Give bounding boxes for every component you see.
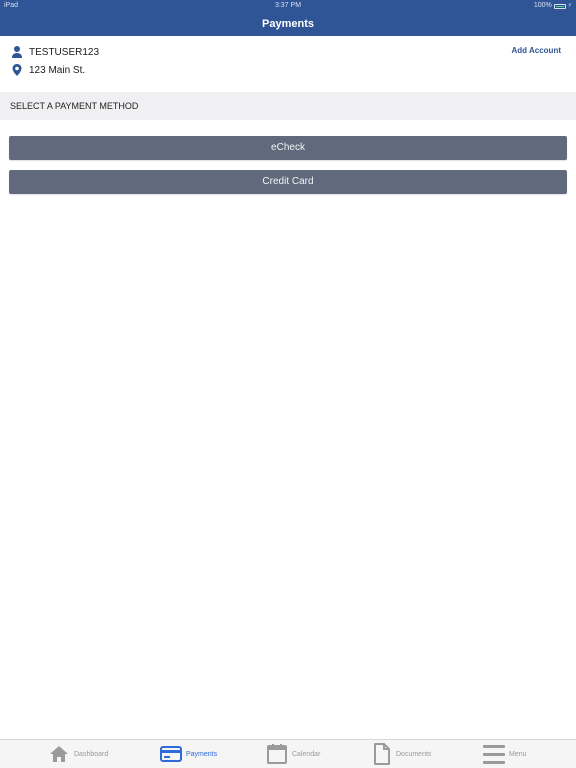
account-address-row: 123 Main St. [11, 63, 85, 77]
hamburger-menu-icon [483, 743, 505, 765]
echeck-button[interactable]: eCheck [9, 136, 567, 160]
status-bar: iPad 3:37 PM 100% ⚡ [0, 0, 576, 12]
credit-card-button[interactable]: Credit Card [9, 170, 567, 194]
battery-percent: 100% [533, 2, 552, 9]
location-pin-icon [11, 63, 23, 77]
tab-label: Payments [186, 750, 218, 758]
tab-label: Documents [396, 750, 432, 758]
account-address: 123 Main St. [29, 64, 86, 76]
home-icon [48, 744, 70, 764]
battery-icon [553, 3, 566, 9]
account-header: TESTUSER123 123 Main St. Add Account [0, 36, 576, 92]
section-header: SELECT A PAYMENT METHOD [0, 92, 576, 120]
tab-documents[interactable]: Documents [372, 740, 431, 768]
tab-payments[interactable]: Payments [160, 740, 217, 768]
tab-label: Dashboard [74, 750, 109, 758]
credit-card-icon [160, 745, 182, 763]
calendar-icon [266, 743, 288, 765]
add-account-link[interactable]: Add Account [512, 46, 561, 55]
charging-icon: ⚡ [567, 3, 572, 9]
user-icon [11, 45, 23, 59]
tab-dashboard[interactable]: Dashboard [48, 740, 108, 768]
battery-indicator: 100% ⚡ [534, 0, 572, 12]
nav-bar: Payments [0, 12, 576, 36]
account-username: TESTUSER123 [29, 46, 100, 58]
tab-bar: Dashboard Payments Calendar Documents Me… [0, 739, 576, 768]
status-time: 3:37 PM [274, 2, 302, 9]
tab-menu[interactable]: Menu [483, 740, 527, 768]
account-user-row: TESTUSER123 [11, 45, 99, 59]
tab-calendar[interactable]: Calendar [266, 740, 320, 768]
document-icon [372, 743, 392, 765]
tab-label: Menu [509, 750, 527, 758]
page-title: Payments [262, 18, 314, 30]
tab-label: Calendar [292, 750, 321, 758]
